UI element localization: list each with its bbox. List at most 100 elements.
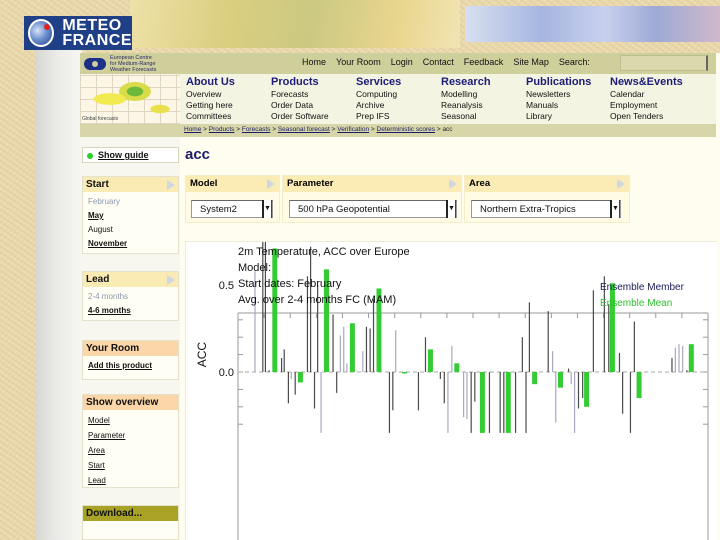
start-option[interactable]: November bbox=[88, 237, 173, 251]
topnav-home[interactable]: Home bbox=[302, 57, 326, 67]
ensemble-mean-bar bbox=[427, 349, 433, 372]
nav-link[interactable]: Computing bbox=[356, 89, 401, 100]
breadcrumb-link[interactable]: Verification bbox=[337, 126, 369, 133]
add-this-product-link[interactable]: Add this product bbox=[88, 359, 173, 373]
ecmwf-page: European Centre for Medium-Range Weather… bbox=[80, 53, 720, 540]
nav-link[interactable]: Modelling bbox=[441, 89, 491, 100]
overview-link-start[interactable]: Start bbox=[88, 458, 173, 473]
ecmwf-logo[interactable]: European Centre for Medium-Range Weather… bbox=[82, 53, 180, 74]
nav-heading[interactable]: About Us bbox=[186, 76, 235, 89]
topnav-feedback[interactable]: Feedback bbox=[464, 57, 504, 67]
search-label: Search: bbox=[558, 57, 590, 67]
dropdown-caret-icon: ▼ bbox=[446, 200, 456, 218]
expand-arrow-icon[interactable] bbox=[167, 180, 175, 190]
nav-heading[interactable]: Services bbox=[356, 76, 401, 89]
topnav-site-map[interactable]: Site Map bbox=[513, 57, 549, 67]
forecast-map-thumbnail[interactable]: Global forecasts bbox=[80, 74, 180, 124]
start-option[interactable]: August bbox=[88, 223, 173, 237]
nav-link[interactable]: Seasonal bbox=[441, 111, 491, 122]
ensemble-mean-bar bbox=[479, 372, 485, 433]
nav-link[interactable]: Prep IFS bbox=[356, 111, 401, 122]
model-dropdown[interactable]: System2 ▼ bbox=[191, 200, 273, 218]
chart-title-line: Model: bbox=[238, 262, 272, 274]
meteo-france-logo[interactable]: METEO FRANCE bbox=[24, 16, 132, 50]
show-guide-link[interactable]: Show guide bbox=[98, 150, 149, 160]
page-title: acc bbox=[185, 146, 211, 163]
ensemble-mean-bar bbox=[349, 323, 355, 372]
nav-link[interactable]: Calendar bbox=[610, 89, 683, 100]
breadcrumb: Home > Products > Forecasts > Seasonal f… bbox=[184, 126, 453, 133]
expand-arrow-icon[interactable] bbox=[449, 179, 457, 189]
nav-link[interactable]: Order Data bbox=[271, 100, 329, 111]
nav-heading[interactable]: News&Events bbox=[610, 76, 683, 89]
nav-link[interactable]: Getting here bbox=[186, 100, 235, 111]
expand-arrow-icon[interactable] bbox=[617, 179, 625, 189]
lead-option-selected: 2-4 months bbox=[88, 292, 129, 301]
start-heading: Start bbox=[86, 179, 109, 190]
nav-heading[interactable]: Research bbox=[441, 76, 491, 89]
breadcrumb-link[interactable]: Products bbox=[209, 126, 235, 133]
breadcrumb-link[interactable]: Forecasts bbox=[242, 126, 271, 133]
area-dropdown[interactable]: Northern Extra-Tropics ▼ bbox=[471, 200, 621, 218]
start-box: Start February May August November bbox=[82, 176, 179, 254]
breadcrumb-current: acc bbox=[442, 126, 453, 133]
ensemble-mean-bar bbox=[505, 372, 511, 433]
expand-arrow-icon[interactable] bbox=[267, 179, 275, 189]
your-room-box: Your Room Add this product bbox=[82, 340, 179, 380]
nav-column-news-events: News&Events Calendar Employment Open Ten… bbox=[610, 76, 683, 122]
overview-link-lead[interactable]: Lead bbox=[88, 473, 173, 488]
breadcrumb-link[interactable]: Home bbox=[184, 126, 201, 133]
breadcrumb-bar: Home > Products > Forecasts > Seasonal f… bbox=[80, 124, 716, 137]
nav-link[interactable]: Archive bbox=[356, 100, 401, 111]
y-tick-label: 0.0 bbox=[219, 367, 234, 379]
nav-link[interactable]: Overview bbox=[186, 89, 235, 100]
lead-option[interactable]: 4-6 months bbox=[88, 304, 173, 318]
show-guide[interactable]: Show guide bbox=[82, 147, 179, 163]
nav-link[interactable]: Open Tenders bbox=[610, 111, 683, 122]
overview-link-model[interactable]: Model bbox=[88, 413, 173, 428]
legend-ensemble-mean: Ensemble Mean bbox=[600, 298, 673, 309]
topnav-login[interactable]: Login bbox=[391, 57, 413, 67]
chart-title-line: 2m Temperature, ACC over Europe bbox=[238, 246, 410, 258]
lead-box: Lead 2-4 months 4-6 months bbox=[82, 271, 179, 321]
your-room-heading: Your Room bbox=[83, 341, 178, 356]
header-decoration-clouds bbox=[465, 6, 720, 42]
breadcrumb-link[interactable]: Deterministic scores bbox=[377, 126, 436, 133]
download-button[interactable]: Download... bbox=[83, 506, 178, 521]
start-option[interactable]: May bbox=[88, 209, 173, 223]
main-content: acc Model System2 ▼ Parameter 500 hPa Geo… bbox=[185, 137, 720, 540]
nav-link[interactable]: Order Software bbox=[271, 111, 329, 122]
nav-link[interactable]: Newsletters bbox=[526, 89, 591, 100]
download-box: Download... bbox=[82, 505, 179, 540]
nav-heading[interactable]: Publications bbox=[526, 76, 591, 89]
sidebar: Show guide Start February May August Nov… bbox=[80, 137, 180, 540]
topnav-your-room[interactable]: Your Room bbox=[336, 57, 381, 67]
topnav-contact[interactable]: Contact bbox=[423, 57, 454, 67]
parameter-dropdown[interactable]: 500 hPa Geopotential ▼ bbox=[289, 200, 457, 218]
nav-link[interactable]: Committees bbox=[186, 111, 235, 122]
nav-link[interactable]: Library bbox=[526, 111, 591, 122]
nav-heading[interactable]: Products bbox=[271, 76, 329, 89]
expand-arrow-icon[interactable] bbox=[167, 275, 175, 285]
ensemble-mean-bar bbox=[636, 372, 642, 399]
header-bar: European Centre for Medium-Range Weather… bbox=[80, 53, 716, 74]
nav-link[interactable]: Reanalysis bbox=[441, 100, 491, 111]
model-label: Model bbox=[190, 178, 218, 189]
header-decoration-leaves bbox=[130, 0, 460, 48]
nav-link[interactable]: Employment bbox=[610, 100, 683, 111]
ensemble-mean-bar bbox=[688, 344, 694, 372]
ensemble-mean-bar bbox=[557, 372, 563, 388]
overview-link-parameter[interactable]: Parameter bbox=[88, 428, 173, 443]
nav-column-research: Research Modelling Reanalysis Seasonal bbox=[441, 76, 491, 122]
acc-chart-panel: 0.0 0.5 ACC 2m Temperature, ACC over Europ… bbox=[185, 241, 717, 540]
overview-link-area[interactable]: Area bbox=[88, 443, 173, 458]
nav-link[interactable]: Forecasts bbox=[271, 89, 329, 100]
main-navigation: Global forecasts About Us Overview Getti… bbox=[80, 74, 716, 124]
search-input[interactable] bbox=[620, 55, 708, 71]
ensemble-mean-bar bbox=[584, 372, 590, 407]
nav-link[interactable]: Manuals bbox=[526, 100, 591, 111]
breadcrumb-link[interactable]: Seasonal forecast bbox=[278, 126, 330, 133]
meteo-france-wordmark: METEO FRANCE bbox=[62, 17, 132, 49]
y-tick-label: 0.5 bbox=[219, 280, 234, 292]
ecmwf-logo-icon bbox=[84, 57, 106, 70]
